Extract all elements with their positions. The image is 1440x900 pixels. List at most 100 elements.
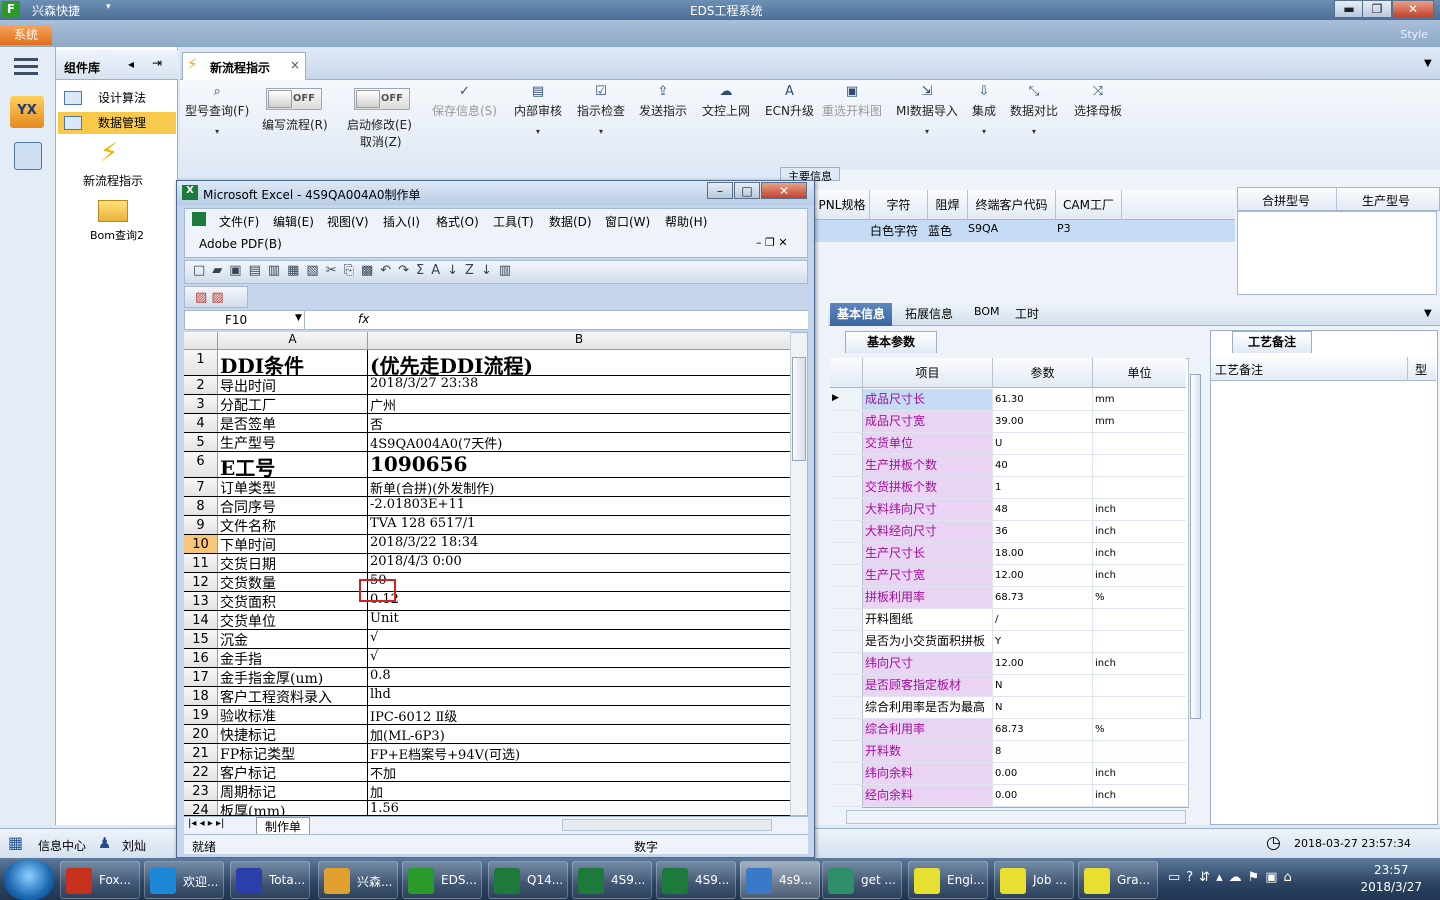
- sheet-row[interactable]: 24 板厚(mm) 1.56: [184, 801, 790, 818]
- cell-a[interactable]: E工号: [218, 452, 368, 477]
- col-value[interactable]: 参数: [993, 358, 1093, 388]
- sheet-row[interactable]: 11 交货日期 2018/4/3 0:00: [184, 554, 790, 573]
- col-soldermask[interactable]: 阻焊: [928, 190, 968, 220]
- tab-bom[interactable]: BOM: [974, 305, 1000, 318]
- row-number[interactable]: 3: [184, 395, 218, 413]
- cell-a[interactable]: 下单时间: [218, 535, 368, 553]
- taskbar-item[interactable]: 4S9...: [656, 861, 736, 899]
- tab-extended-info[interactable]: 拓展信息: [905, 305, 953, 322]
- param-value[interactable]: 48: [993, 499, 1093, 520]
- sheet-row[interactable]: 16 金手指 √: [184, 649, 790, 668]
- calculator-icon[interactable]: [14, 142, 42, 170]
- sheet-row[interactable]: 9 文件名称 TVA 128 6517/1: [184, 516, 790, 535]
- param-value[interactable]: 39.00: [993, 411, 1093, 432]
- params-hscrollbar[interactable]: [846, 810, 1186, 824]
- taskbar-item[interactable]: Q14...: [488, 861, 568, 899]
- taskbar-clock[interactable]: 23:57 2018/3/27: [1360, 862, 1422, 896]
- cell-b[interactable]: 4S9QA004A0(7天件): [368, 433, 790, 451]
- doc-control-online-button[interactable]: ☁ 文控上网: [702, 84, 750, 119]
- row-number[interactable]: 5: [184, 433, 218, 451]
- data-compare-button[interactable]: ⤡ 数据对比 ▾: [1010, 84, 1058, 136]
- param-value[interactable]: 36: [993, 521, 1093, 542]
- row-number[interactable]: 15: [184, 630, 218, 648]
- send-instruction-button[interactable]: ⇪ 发送指示: [639, 84, 687, 119]
- cell-a[interactable]: 验收标准: [218, 706, 368, 724]
- menu-insert[interactable]: 插入(I): [383, 213, 420, 230]
- cell-a[interactable]: FP标记类型: [218, 744, 368, 762]
- cell-b[interactable]: 广州: [368, 395, 790, 413]
- param-value[interactable]: U: [993, 433, 1093, 454]
- table-row[interactable]: 交货单位 U: [830, 433, 1186, 455]
- menu-view[interactable]: 视图(V): [327, 213, 369, 230]
- chevron-down-icon[interactable]: ▾: [106, 2, 111, 12]
- col-item[interactable]: 项目: [863, 358, 993, 388]
- cell-a[interactable]: 周期标记: [218, 782, 368, 800]
- row-number[interactable]: 14: [184, 611, 218, 629]
- cell-b[interactable]: 加: [368, 782, 790, 800]
- cell-b[interactable]: 1.56: [368, 801, 790, 815]
- cell-b[interactable]: 2018/3/27 23:38: [368, 376, 790, 394]
- sheet-row[interactable]: 21 FP标记类型 FP+E档案号+94V(可选): [184, 744, 790, 763]
- folder-icon[interactable]: [98, 200, 128, 222]
- sheet-row[interactable]: 12 交货数量 50: [184, 573, 790, 592]
- menu-help[interactable]: 帮助(H): [665, 213, 707, 230]
- cell-a[interactable]: 交货面积: [218, 592, 368, 610]
- row-number[interactable]: 11: [184, 554, 218, 572]
- info-center-label[interactable]: 信息中心: [38, 837, 86, 854]
- cell-a[interactable]: 客户工程资料录入: [218, 687, 368, 705]
- sheet-row[interactable]: 10 下单时间 2018/3/22 18:34: [184, 535, 790, 554]
- cell-b[interactable]: 否: [368, 414, 790, 432]
- sheet-row[interactable]: 4 是否签单否: [184, 414, 790, 433]
- new-flow-label[interactable]: 新流程指示: [83, 172, 143, 189]
- row-number[interactable]: 16: [184, 649, 218, 667]
- tab-basic-params[interactable]: 基本参数: [845, 331, 937, 353]
- cell-a[interactable]: 是否签单: [218, 414, 368, 432]
- reselect-cut-map-button[interactable]: ▣ 重选开料图: [822, 84, 882, 119]
- param-value[interactable]: 40: [993, 455, 1093, 476]
- cancel-label[interactable]: 取消(Z): [360, 133, 402, 150]
- param-value[interactable]: 12.00: [993, 653, 1093, 674]
- sheet-row[interactable]: 2 导出时间 2018/3/27 23:38: [184, 376, 790, 395]
- column-header-b[interactable]: B: [368, 332, 790, 349]
- cell-b[interactable]: 0.12: [368, 592, 790, 610]
- main-info-tab[interactable]: 主要信息: [780, 167, 840, 183]
- cell-b[interactable]: Unit: [368, 611, 790, 629]
- table-row[interactable]: 综合利用率是否为最高 N: [830, 697, 1186, 719]
- lib-item-design-algorithm[interactable]: 设计算法: [58, 87, 176, 109]
- param-value[interactable]: 68.73: [993, 719, 1093, 740]
- cell-a[interactable]: 分配工厂: [218, 395, 368, 413]
- collapse-left-icon[interactable]: ◂: [128, 57, 134, 71]
- ecn-upgrade-button[interactable]: A ECN升级: [765, 84, 814, 119]
- row-number[interactable]: 22: [184, 763, 218, 781]
- taskbar-item[interactable]: 4s9...: [740, 861, 820, 899]
- cell-a[interactable]: 沉金: [218, 630, 368, 648]
- row-number[interactable]: 19: [184, 706, 218, 724]
- start-button[interactable]: [4, 860, 54, 900]
- tab-craft-notes[interactable]: 工艺备注: [1232, 331, 1312, 353]
- sheet-row[interactable]: 22 客户标记 不加: [184, 763, 790, 782]
- sheet-row[interactable]: 19 验收标准 IPC-6012 Ⅱ级: [184, 706, 790, 725]
- table-row[interactable]: 生产尺寸宽 12.00 inch: [830, 565, 1186, 587]
- scroll-thumb[interactable]: [1190, 374, 1201, 719]
- param-value[interactable]: 12.00: [993, 565, 1093, 586]
- cell-b[interactable]: √: [368, 649, 790, 667]
- cell-a[interactable]: 金手指: [218, 649, 368, 667]
- taskbar-item[interactable]: Gra...: [1078, 861, 1158, 899]
- system-tab[interactable]: 系统: [0, 25, 52, 45]
- minimize-button[interactable]: ▬: [1334, 0, 1364, 18]
- start-modify-toggle[interactable]: OFF: [354, 88, 410, 110]
- select-motherboard-button[interactable]: ⤨ 选择母板: [1074, 84, 1122, 119]
- pin-icon[interactable]: ⇥: [152, 56, 162, 70]
- row-number[interactable]: 23: [184, 782, 218, 800]
- bom-query-label[interactable]: Bom查询2: [90, 227, 144, 243]
- table-row[interactable]: 综合利用率 68.73%: [830, 719, 1186, 741]
- tab-basic-info[interactable]: 基本信息: [830, 303, 892, 326]
- column-header-a[interactable]: A: [218, 332, 368, 349]
- menu-file[interactable]: 文件(F): [219, 213, 259, 230]
- cell-b[interactable]: FP+E档案号+94V(可选): [368, 744, 790, 762]
- table-row[interactable]: 拼板利用率 68.73%: [830, 587, 1186, 609]
- col-char[interactable]: 字符: [870, 190, 928, 220]
- param-value[interactable]: 61.30: [993, 389, 1093, 410]
- table-row[interactable]: 生产拼板个数 40: [830, 455, 1186, 477]
- check-instruction-button[interactable]: ☑ 指示检查 ▾: [577, 84, 625, 136]
